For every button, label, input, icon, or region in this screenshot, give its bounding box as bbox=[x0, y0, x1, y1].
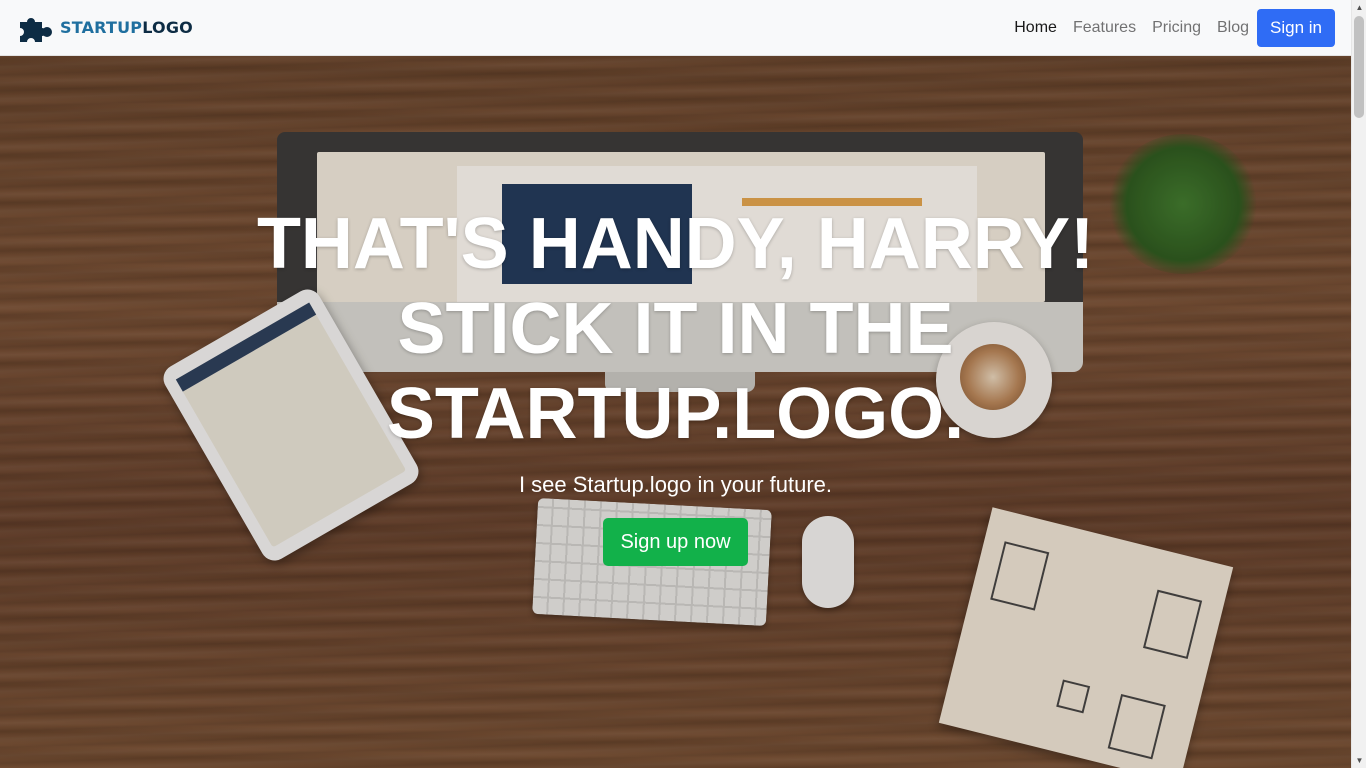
nav-link-pricing[interactable]: Pricing bbox=[1152, 19, 1201, 37]
nav-link-blog[interactable]: Blog bbox=[1217, 19, 1249, 37]
arrow-up-icon[interactable]: ▲ bbox=[1352, 0, 1366, 15]
navbar: STARTUPLOGO Home Features Pricing Blog S… bbox=[0, 0, 1351, 56]
nav-link-home[interactable]: Home bbox=[1014, 19, 1057, 37]
sign-up-now-button[interactable]: Sign up now bbox=[603, 518, 748, 566]
brand-name: STARTUPLOGO bbox=[60, 18, 193, 37]
sign-in-button[interactable]: Sign in bbox=[1257, 8, 1335, 47]
arrow-down-icon[interactable]: ▼ bbox=[1352, 753, 1366, 768]
headline-line-1: THAT'S HANDY, HARRY! bbox=[256, 204, 1095, 284]
main-nav: Home Features Pricing Blog Sign in bbox=[1014, 8, 1335, 47]
headline-line-2: STICK IT IN THE bbox=[397, 289, 954, 369]
puzzle-piece-icon bbox=[20, 17, 52, 42]
hero-subheadline: I see Startup.logo in your future. bbox=[518, 472, 833, 497]
hero-content: THAT'S HANDY, HARRY! STICK IT IN THE STA… bbox=[0, 56, 1351, 768]
page-scrollbar[interactable]: ▲ ▼ bbox=[1351, 0, 1366, 768]
headline-line-3: STARTUP.LOGO. bbox=[386, 374, 965, 454]
hero-headline: THAT'S HANDY, HARRY! STICK IT IN THE STA… bbox=[0, 202, 1351, 457]
scrollbar-thumb[interactable] bbox=[1354, 16, 1364, 118]
brand-logo-link[interactable]: STARTUPLOGO bbox=[16, 14, 193, 42]
nav-link-features[interactable]: Features bbox=[1073, 19, 1136, 37]
